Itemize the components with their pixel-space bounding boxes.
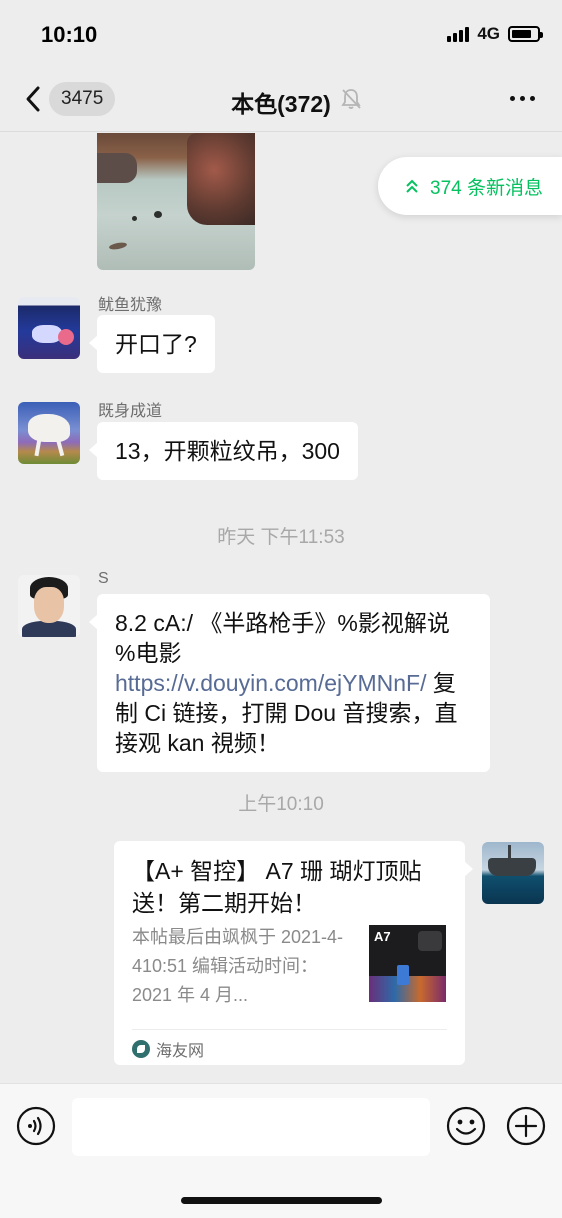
source-logo-icon xyxy=(132,1040,150,1058)
divider xyxy=(132,1029,447,1030)
emoji-icon[interactable] xyxy=(446,1106,486,1146)
double-chevron-up-icon xyxy=(406,179,418,193)
sender-name: 鱿鱼犹豫 xyxy=(98,297,163,314)
message-bubble[interactable]: 8.2 cA:/ 《半路枪手》%影视解说 %电影 https://v.douyi… xyxy=(89,594,490,772)
home-indicator[interactable] xyxy=(181,1197,382,1204)
message-text: 8.2 cA:/ 《半路枪手》%影视解说 %电影 xyxy=(115,610,450,666)
link-card-title: 【A+ 智控】 A7 珊 瑚灯顶贴送！第二期开始！ xyxy=(132,858,422,916)
chat-header: 3475 本色(372) xyxy=(0,66,562,132)
more-options-icon[interactable] xyxy=(510,96,535,101)
message-link[interactable]: https://v.douyin.com/ejYMNnF/ xyxy=(115,670,426,696)
new-messages-label: 374 条新消息 xyxy=(430,177,543,199)
status-time: 10:10 xyxy=(41,22,98,47)
voice-icon[interactable] xyxy=(16,1106,56,1146)
message-bubble[interactable]: 开口了? xyxy=(89,315,215,373)
chat-title: 本色(372) xyxy=(231,91,331,117)
thumbnail-label: A7 xyxy=(374,929,391,944)
plus-icon[interactable] xyxy=(506,1106,546,1146)
timestamp-separator: 上午10:10 xyxy=(238,794,324,815)
link-card-thumbnail: A7 xyxy=(369,925,446,1002)
link-card-source: 海友网 xyxy=(132,1037,204,1061)
mute-bell-icon xyxy=(341,89,361,109)
message-input[interactable] xyxy=(72,1098,430,1156)
battery-level xyxy=(512,30,532,38)
battery-icon xyxy=(508,26,543,42)
link-card[interactable]: 【A+ 智控】 A7 珊 瑚灯顶贴送！第二期开始！ 本帖最后由飒枫于 2021-… xyxy=(114,841,473,1065)
sender-name: S xyxy=(98,570,109,587)
avatar[interactable] xyxy=(18,402,80,464)
new-messages-button[interactable]: 374 条新消息 xyxy=(378,157,562,215)
my-avatar[interactable] xyxy=(482,842,544,904)
image-message[interactable] xyxy=(97,133,255,270)
sender-name: 既身成道 xyxy=(98,403,163,420)
timestamp-separator: 昨天 下午11:53 xyxy=(217,527,345,548)
avatar[interactable] xyxy=(18,575,80,637)
message-bubble[interactable]: 13，开颗粒纹吊，300 xyxy=(89,422,358,480)
source-name: 海友网 xyxy=(156,1043,205,1060)
status-bar: 10:10 4G xyxy=(0,0,562,66)
network-type: 4G xyxy=(477,24,500,43)
status-indicators: 4G xyxy=(447,24,543,44)
link-card-description: 本帖最后由飒枫于 2021-4-410:51 编辑活动时间：2021 年 4 月… xyxy=(132,927,344,1005)
message-list[interactable]: 374 条新消息 鱿鱼犹豫 开口了? 既身成道 13，开颗粒纹吊，300 昨天 … xyxy=(0,133,562,1083)
signal-icon xyxy=(447,26,470,42)
avatar[interactable] xyxy=(18,297,80,359)
